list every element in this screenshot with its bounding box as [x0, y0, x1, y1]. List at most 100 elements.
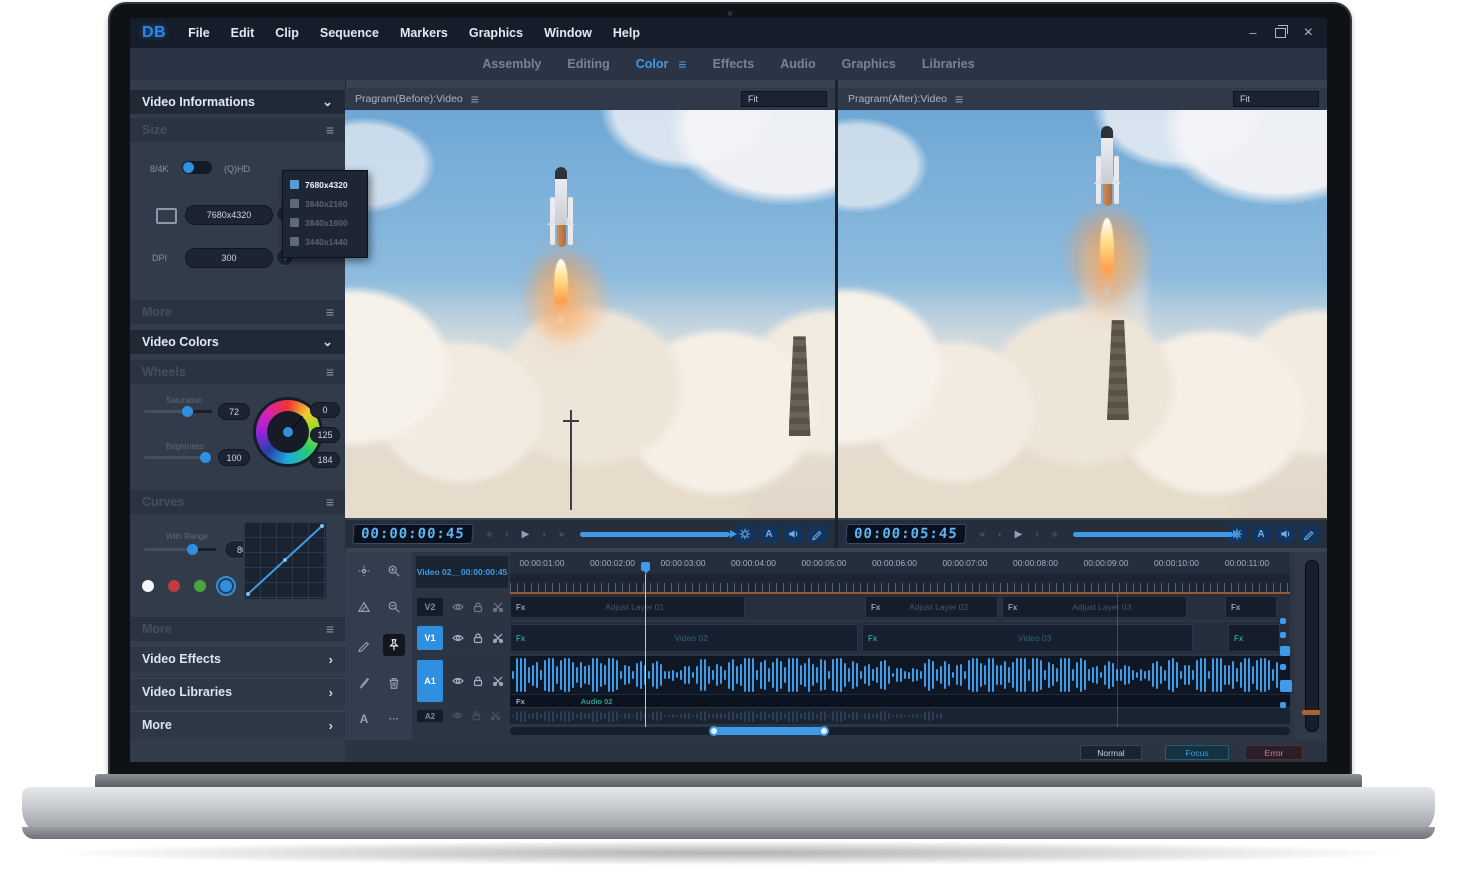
subsection-wheels[interactable]: Wheels ≡ [130, 360, 345, 384]
close-icon[interactable]: × [1304, 27, 1313, 39]
eye-icon[interactable] [452, 632, 464, 644]
unlink-icon[interactable] [492, 601, 504, 613]
tab-graphics[interactable]: Graphics [842, 57, 896, 71]
subsection-more-1[interactable]: More ≡ [130, 300, 345, 324]
lock-icon[interactable] [472, 601, 484, 613]
menu-item-file[interactable]: File [188, 26, 210, 40]
checkbox-icon[interactable] [290, 218, 299, 227]
step-back-button[interactable]: ‹ [998, 529, 1001, 540]
clip-adjust-layer-03[interactable]: FxAdjust Layer 03 [1002, 596, 1187, 618]
zoom-out-tool-icon[interactable] [383, 596, 405, 618]
tab-editing[interactable]: Editing [567, 57, 609, 71]
play-button[interactable]: ▶ [522, 529, 530, 540]
subsection-curves[interactable]: Curves ≡ [130, 490, 345, 514]
saturation-slider[interactable] [144, 410, 212, 413]
subsection-size[interactable]: Size ≡ [130, 118, 345, 142]
menu-item-clip[interactable]: Clip [275, 26, 299, 40]
step-forward-button[interactable]: › [542, 529, 545, 540]
error-button[interactable]: Error [1245, 745, 1303, 760]
trash-tool-icon[interactable] [383, 672, 405, 694]
sequence-tab[interactable]: Video 02__00:00:00:45 [416, 556, 508, 588]
checkbox-icon[interactable] [290, 180, 299, 189]
menu-item-window[interactable]: Window [544, 26, 592, 40]
checkbox-icon[interactable] [290, 237, 299, 246]
brush-tool-icon[interactable] [353, 672, 375, 694]
unlink-icon[interactable] [492, 675, 504, 687]
checkbox-icon[interactable] [290, 199, 299, 208]
fit-dropdown-after[interactable]: Fit [1233, 91, 1319, 107]
video-preview-after[interactable] [838, 110, 1327, 518]
timeline-ruler[interactable]: 00:00:01:0000:00:02:0000:00:03:0000:00:0… [510, 552, 1290, 574]
menu-item-help[interactable]: Help [613, 26, 640, 40]
vertical-zoom-track[interactable] [1305, 560, 1319, 732]
menu-item-edit[interactable]: Edit [231, 26, 255, 40]
tab-effects[interactable]: Effects [713, 57, 755, 71]
pin-tool-icon-selected[interactable] [383, 634, 405, 656]
play-button[interactable]: ▶ [1015, 529, 1023, 540]
color-tab-menu-icon[interactable]: ≡ [678, 56, 686, 72]
resolution-mode-toggle[interactable] [182, 161, 212, 174]
skip-start-button[interactable]: « [487, 529, 493, 540]
resolution-option[interactable]: 3440x1440 [283, 232, 367, 251]
eye-icon[interactable] [452, 675, 464, 687]
track-label-v2[interactable]: V2 [417, 598, 443, 616]
scrollbar-range[interactable] [714, 727, 824, 735]
skip-start-button[interactable]: « [980, 529, 986, 540]
annotate-pen-button[interactable] [1299, 525, 1319, 543]
audio-waveform-a1[interactable] [512, 658, 1288, 692]
menu-item-graphics[interactable]: Graphics [469, 26, 523, 40]
resolution-option[interactable]: 3840x1600 [283, 213, 367, 232]
curve-channel-green[interactable] [194, 580, 206, 592]
sidebar-item-video-libraries[interactable]: Video Libraries › [130, 678, 345, 705]
tab-audio[interactable]: Audio [780, 57, 815, 71]
zoom-in-tool-icon[interactable] [383, 560, 405, 582]
skip-end-button[interactable]: » [559, 529, 565, 540]
hamburger-icon[interactable]: ≡ [471, 91, 478, 107]
hamburger-icon[interactable]: ≡ [955, 91, 962, 107]
track-label-a1[interactable]: A1 [417, 660, 443, 702]
curve-channel-white[interactable] [142, 580, 154, 592]
dpi-pill[interactable]: 300 [185, 248, 273, 268]
playback-progress-before[interactable] [580, 532, 735, 537]
lock-icon[interactable] [472, 675, 484, 687]
vertical-zoom-handle-orange[interactable] [1302, 710, 1320, 715]
brightness-slider[interactable] [144, 456, 212, 459]
minimize-icon[interactable]: – [1249, 27, 1256, 39]
scrollbar-handle-right[interactable] [819, 726, 829, 736]
speaker-button[interactable] [1275, 525, 1295, 543]
playhead-line[interactable] [645, 574, 646, 727]
menu-item-markers[interactable]: Markers [400, 26, 448, 40]
with-range-slider[interactable] [144, 548, 216, 551]
menu-item-sequence[interactable]: Sequence [320, 26, 379, 40]
speaker-button[interactable] [783, 525, 803, 543]
step-forward-button[interactable]: › [1035, 529, 1038, 540]
clip-fx-v1[interactable]: Fx [1228, 624, 1280, 652]
lock-icon[interactable] [471, 710, 482, 721]
scrollbar-handle-left[interactable] [709, 726, 719, 736]
curve-channel-red[interactable] [168, 580, 180, 592]
tab-libraries[interactable]: Libraries [922, 57, 975, 71]
resolution-pill[interactable]: 7680x4320 [185, 205, 273, 225]
clip-video-02[interactable]: FxVideo 02 [510, 624, 858, 652]
track-label-v1[interactable]: V1 [417, 626, 443, 650]
auto-mode-button[interactable]: A [759, 525, 779, 543]
clip-video-03[interactable]: FxVideo 03 [862, 624, 1193, 652]
tab-assembly[interactable]: Assembly [482, 57, 541, 71]
restore-icon[interactable] [1275, 28, 1286, 38]
section-video-informations[interactable]: Video Informations ⌄ [130, 90, 345, 114]
fit-dropdown-before[interactable]: Fit [741, 91, 827, 107]
unlink-icon[interactable] [490, 710, 501, 721]
audio-waveform-a2[interactable] [512, 710, 952, 722]
section-video-colors[interactable]: Video Colors ⌄ [130, 330, 345, 354]
lock-icon[interactable] [472, 632, 484, 644]
settings-gear-button[interactable] [735, 525, 755, 543]
track-label-a2[interactable]: A2 [417, 710, 443, 722]
auto-mode-button[interactable]: A [1251, 525, 1271, 543]
clip-adjust-layer-02[interactable]: FxAdjust Layer 02 [865, 596, 998, 618]
step-back-button[interactable]: ‹ [505, 529, 508, 540]
skip-end-button[interactable]: » [1052, 529, 1058, 540]
transform-tool-icon[interactable] [353, 560, 375, 582]
pencil-tool-icon[interactable] [353, 634, 375, 656]
sidebar-item-video-effects[interactable]: Video Effects › [130, 645, 345, 672]
unlink-icon[interactable] [492, 632, 504, 644]
